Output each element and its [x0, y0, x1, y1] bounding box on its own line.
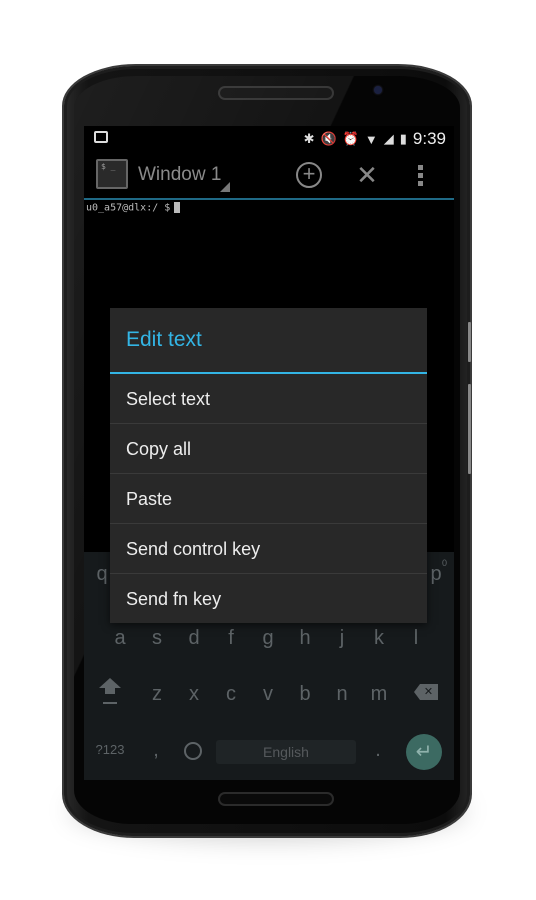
- key[interactable]: l: [398, 618, 434, 658]
- shift-key[interactable]: [96, 674, 124, 714]
- keyboard-row-3: z x c v b n m ✕: [84, 674, 454, 714]
- volume-button[interactable]: [468, 384, 471, 474]
- menu-item-label: Send control key: [126, 539, 261, 559]
- period-key[interactable]: .: [360, 730, 396, 770]
- backspace-key[interactable]: ✕: [414, 684, 438, 700]
- add-window-button[interactable]: +: [296, 162, 322, 188]
- battery-charging-icon: ▮: [399, 131, 407, 146]
- key[interactable]: b: [287, 674, 323, 714]
- key[interactable]: v: [250, 674, 286, 714]
- key-p-hint: 0: [442, 558, 448, 568]
- clock: 9:39: [412, 129, 446, 148]
- alarm-icon: ⏰: [342, 131, 359, 146]
- key[interactable]: c: [213, 674, 249, 714]
- key[interactable]: s: [139, 618, 175, 658]
- keyboard-row-2: a s d f g h j k l: [84, 618, 454, 658]
- key[interactable]: a: [102, 618, 138, 658]
- terminal-notification-icon: [94, 131, 108, 143]
- bluetooth-icon: ✱: [303, 131, 315, 146]
- status-icons: ✱ 🔇 ⏰ ▼ ◢ ▮ 9:39: [304, 129, 446, 149]
- menu-item-send-fn-key[interactable]: Send fn key: [110, 574, 427, 624]
- space-bar[interactable]: English: [216, 740, 356, 764]
- key[interactable]: h: [287, 618, 323, 658]
- bottom-speaker: [220, 794, 332, 804]
- shift-arrow-icon: [99, 678, 121, 704]
- menu-item-send-control-key[interactable]: Send control key: [110, 524, 427, 574]
- menu-item-label: Select text: [126, 389, 211, 409]
- key[interactable]: g: [250, 618, 286, 658]
- symbols-key[interactable]: ?123: [90, 730, 130, 770]
- power-button[interactable]: [468, 322, 471, 362]
- status-bar: ✱ 🔇 ⏰ ▼ ◢ ▮ 9:39: [84, 126, 454, 152]
- edit-text-dialog: Edit text Select text Copy all Paste Sen…: [110, 308, 427, 623]
- language-globe-icon[interactable]: [184, 742, 202, 760]
- comma-key[interactable]: ,: [138, 730, 174, 770]
- keyboard-row-4: ?123 , English . ↵: [84, 730, 454, 770]
- key[interactable]: x: [176, 674, 212, 714]
- menu-item-label: Send fn key: [126, 589, 222, 609]
- front-camera: [374, 86, 382, 94]
- menu-item-label: Paste: [126, 489, 173, 509]
- top-speaker: [220, 88, 332, 98]
- menu-item-copy-all[interactable]: Copy all: [110, 424, 427, 474]
- close-icon: ✕: [356, 160, 378, 190]
- menu-item-label: Copy all: [126, 439, 192, 459]
- dropdown-triangle-icon[interactable]: [220, 182, 230, 192]
- key[interactable]: n: [324, 674, 360, 714]
- terminal-app-icon: $ _: [96, 159, 128, 189]
- dialog-title: Edit text: [126, 328, 202, 351]
- key[interactable]: m: [361, 674, 397, 714]
- close-window-button[interactable]: ✕: [354, 162, 380, 188]
- action-bar: $ _ Window 1 + ✕: [84, 152, 454, 200]
- key[interactable]: f: [213, 618, 249, 658]
- key[interactable]: j: [324, 618, 360, 658]
- enter-key[interactable]: ↵: [406, 734, 442, 770]
- terminal-prompt: u0_a57@dlx:/ $: [86, 202, 171, 214]
- wifi-icon: ▼: [364, 131, 378, 147]
- signal-icon: ◢: [383, 131, 394, 146]
- plus-icon: +: [302, 161, 316, 186]
- menu-item-select-text[interactable]: Select text: [110, 374, 427, 424]
- enter-arrow-icon: ↵: [415, 741, 433, 763]
- overflow-menu-button[interactable]: [414, 162, 426, 188]
- key[interactable]: k: [361, 618, 397, 658]
- key[interactable]: z: [139, 674, 175, 714]
- cursor: [174, 202, 181, 213]
- key[interactable]: d: [176, 618, 212, 658]
- terminal-output[interactable]: u0_a57@dlx:/ $: [86, 202, 181, 214]
- window-selector[interactable]: Window 1: [138, 164, 221, 186]
- menu-item-paste[interactable]: Paste: [110, 474, 427, 524]
- mute-icon: 🔇: [320, 131, 337, 146]
